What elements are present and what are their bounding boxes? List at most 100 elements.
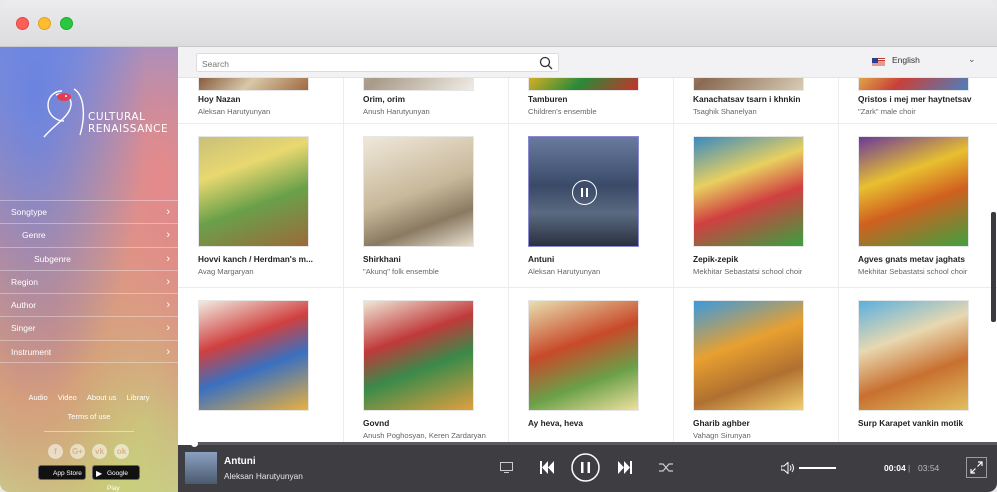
menu-item-instrument[interactable]: Instrument › <box>0 339 178 364</box>
link-video[interactable]: Video <box>58 393 77 402</box>
next-track-icon[interactable] <box>618 461 632 474</box>
pause-button-icon[interactable] <box>571 453 600 482</box>
song-title: Surp Karapet vankin motik <box>858 418 964 428</box>
now-playing-artist: Aleksan Harutyunyan <box>224 471 303 481</box>
close-window-button[interactable] <box>16 17 29 30</box>
time-separator: | <box>908 463 911 473</box>
song-artist: Anush Harutyunyan <box>363 107 430 116</box>
chevron-right-icon: › <box>166 229 170 242</box>
song-artist: Children's ensemble <box>528 107 597 116</box>
menu-item-label: Author <box>11 300 37 311</box>
song-title: Orim, orim <box>363 94 405 104</box>
song-title: Govnd <box>363 418 390 428</box>
link-library[interactable]: Library <box>127 393 150 402</box>
current-time: 00:04 <box>884 463 906 473</box>
song-cover-image <box>858 300 969 411</box>
app-store-badge[interactable]: App Store <box>38 465 86 480</box>
song-card[interactable]: Gharib aghber Vahagn Sirunyan <box>673 288 839 442</box>
facebook-icon[interactable]: f <box>48 444 63 459</box>
link-about-us[interactable]: About us <box>87 393 117 402</box>
chevron-right-icon: › <box>166 275 170 288</box>
song-artist: Aleksan Harutyunyan <box>198 107 271 116</box>
menu-item-label: Region <box>11 276 38 287</box>
now-playing-cover-image <box>185 452 217 484</box>
menu-item-subgenre[interactable]: Subgenre › <box>0 246 178 270</box>
song-title: Antuni <box>528 254 555 264</box>
previous-track-icon[interactable] <box>540 461 554 474</box>
song-artist: Vahagn Sirunyan <box>693 431 751 440</box>
minimize-window-button[interactable] <box>38 17 51 30</box>
menu-item-label: Singer <box>11 323 36 334</box>
menu-item-author[interactable]: Author › <box>0 293 178 316</box>
volume-slider[interactable] <box>799 467 836 469</box>
google-play-badge[interactable]: ▶ Google Play <box>92 465 140 492</box>
song-title: Zepik-zepik <box>693 254 739 264</box>
song-title: Hoy Nazan <box>198 94 241 104</box>
scrollbar-thumb[interactable] <box>991 212 996 322</box>
song-artist: Mekhitar Sebastatsi school choir <box>858 267 968 276</box>
audio-player: Antuni Aleksan Harutyunyan 00:04 | 03:54 <box>178 440 997 492</box>
song-card[interactable]: Shirkhani "Akunq" folk ensemble <box>343 124 509 288</box>
song-cover-image <box>363 300 474 411</box>
song-cover-image <box>528 136 639 247</box>
pause-overlay-icon[interactable] <box>572 180 597 205</box>
menu-item-genre[interactable]: Genre › <box>0 223 178 246</box>
song-cover-image <box>363 136 474 247</box>
progress-knob[interactable] <box>191 440 198 447</box>
song-artist: Anush Poghosyan, Keren Zardaryan <box>363 431 486 440</box>
song-cover-image <box>528 300 639 411</box>
song-card[interactable]: Govnd Anush Poghosyan, Keren Zardaryan <box>343 288 509 442</box>
volume-icon[interactable] <box>781 462 795 474</box>
sidebar: CULTURAL RENAISSANCE Songtype › Genre › Su… <box>0 47 178 492</box>
progress-bar[interactable] <box>178 440 997 447</box>
song-grid: Hoy Nazan Aleksan Harutyunyan Orim, orim… <box>178 47 997 442</box>
menu-item-label: Songtype <box>11 207 47 217</box>
app-window: CULTURAL RENAISSANCE Songtype › Genre › Su… <box>0 0 997 492</box>
expand-player-button[interactable] <box>966 457 987 478</box>
search-input[interactable] <box>197 55 527 73</box>
song-cover-image <box>693 300 804 411</box>
top-bar: English ⌄ <box>178 47 997 78</box>
menu-item-region[interactable]: Region › <box>0 269 178 293</box>
divider <box>44 431 134 432</box>
screen-cast-icon[interactable] <box>500 462 513 473</box>
song-card[interactable]: Surp Karapet vankin motik <box>838 288 997 442</box>
song-title: Kanachatsav tsarn i khnkin <box>693 94 801 104</box>
song-card[interactable]: Antuni Aleksan Harutyunyan <box>508 124 674 288</box>
song-card[interactable] <box>178 288 344 442</box>
expand-icon <box>970 461 983 474</box>
song-card[interactable]: Agves gnats metav jaghats Mekhitar Sebas… <box>838 124 997 288</box>
link-terms-of-use[interactable]: Terms of use <box>0 412 178 421</box>
filter-menu: Songtype › Genre › Subgenre › Region › Autho… <box>0 200 178 364</box>
song-artist: Avag Margaryan <box>198 267 254 276</box>
menu-item-songtype[interactable]: Songtype › <box>0 200 178 223</box>
menu-item-label: Genre <box>22 230 46 241</box>
song-cover-image <box>693 136 804 247</box>
google-play-label: Google Play <box>107 470 128 492</box>
google-plus-icon[interactable]: G+ <box>70 444 85 459</box>
main-content: English ⌄ Hoy Nazan Aleksan Harutyunyan … <box>178 47 997 442</box>
app-store-label: App Store <box>53 470 82 477</box>
maximize-window-button[interactable] <box>60 17 73 30</box>
song-title: Hovvi kanch / Herdman's m... <box>198 254 313 264</box>
chevron-right-icon: › <box>166 252 170 265</box>
search-icon[interactable] <box>539 56 553 70</box>
google-play-icon: ▶ <box>96 469 103 478</box>
vk-icon[interactable]: vk <box>92 444 107 459</box>
song-title: Shirkhani <box>363 254 401 264</box>
song-card[interactable]: Ay heva, heva <box>508 288 674 442</box>
chevron-right-icon: › <box>166 206 170 218</box>
shuffle-icon[interactable] <box>659 462 674 473</box>
chevron-down-icon: ⌄ <box>968 54 976 64</box>
song-artist: "Akunq" folk ensemble <box>363 267 439 276</box>
menu-item-label: Instrument <box>11 346 52 357</box>
song-cover-image <box>198 136 309 247</box>
footer-links: Audio Video About us Library <box>0 393 178 402</box>
link-audio[interactable]: Audio <box>28 393 47 402</box>
chevron-right-icon: › <box>166 345 170 358</box>
menu-item-singer[interactable]: Singer › <box>0 316 178 339</box>
odnoklassniki-icon[interactable]: ok <box>114 444 129 459</box>
song-title: Tamburen <box>528 94 568 104</box>
song-card[interactable]: Hovvi kanch / Herdman's m... Avag Margar… <box>178 124 344 288</box>
song-card[interactable]: Zepik-zepik Mekhitar Sebastatsi school c… <box>673 124 839 288</box>
